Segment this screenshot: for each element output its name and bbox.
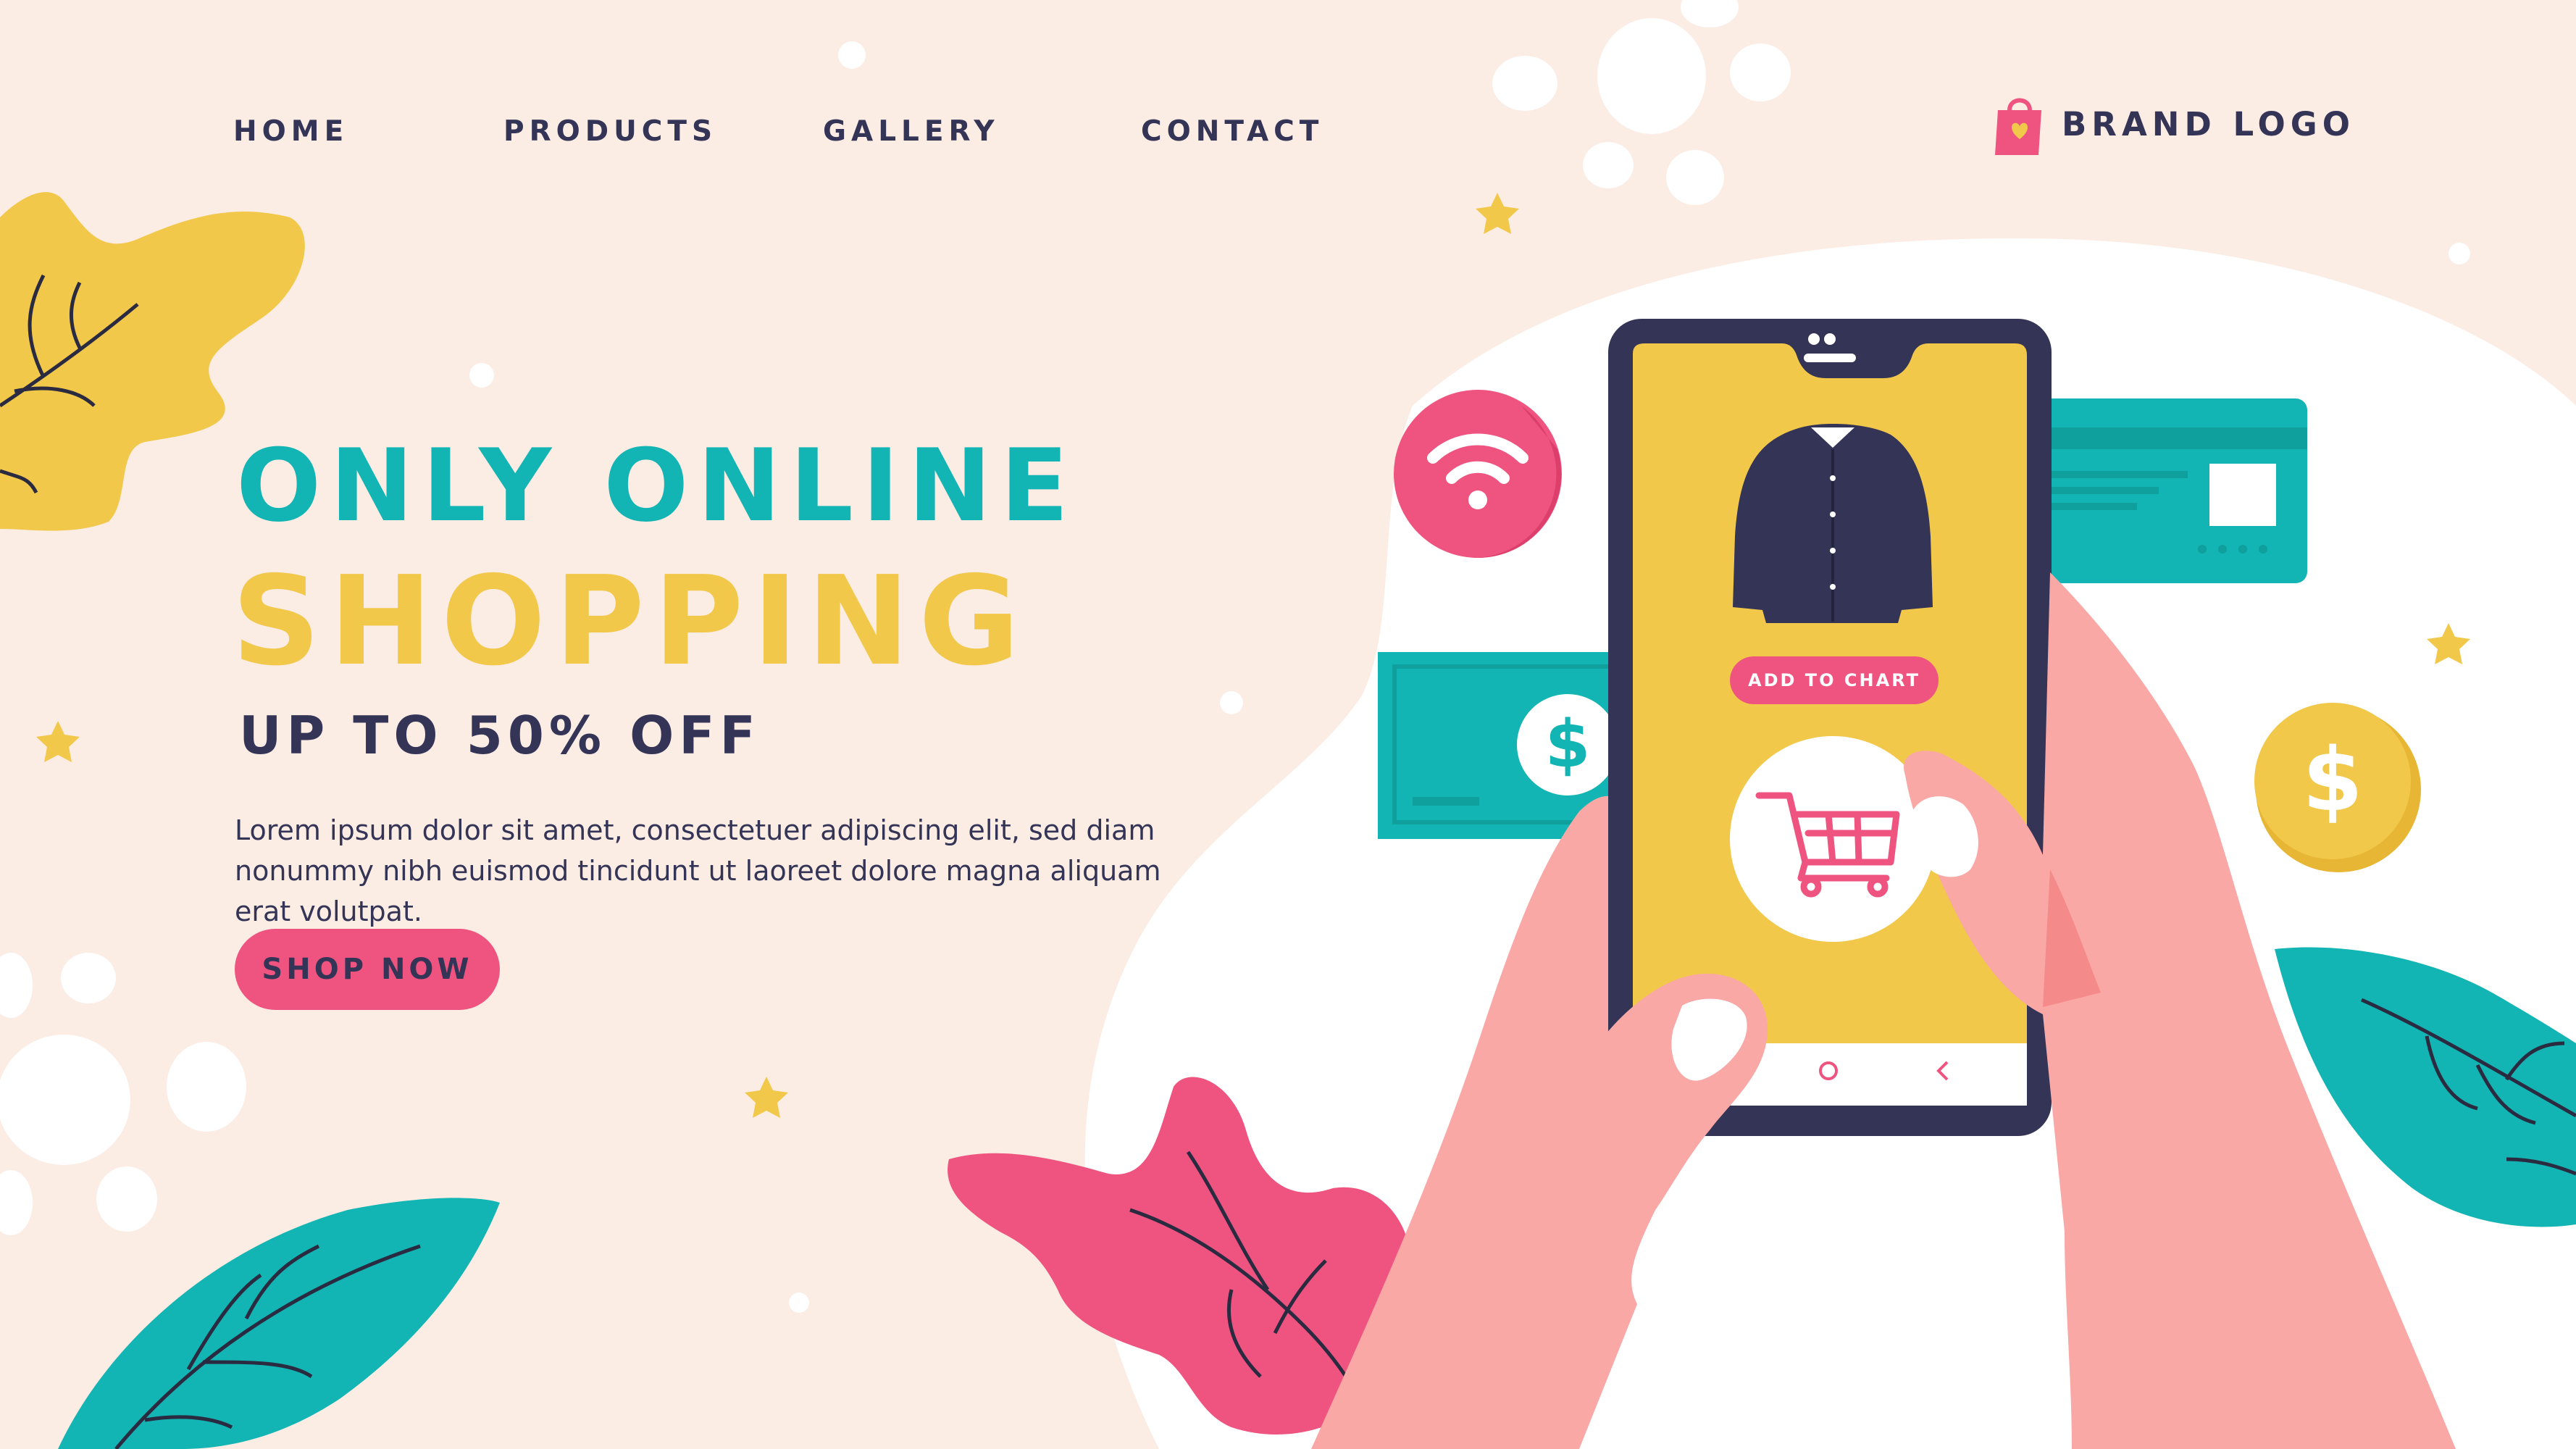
nav-home[interactable]: HOME	[233, 110, 348, 154]
svg-text:$: $	[1545, 706, 1591, 782]
credit-card-icon	[2007, 398, 2307, 583]
svg-text:$: $	[2302, 730, 2363, 831]
hero-discount: UP TO 50% OFF	[239, 705, 761, 766]
add-to-cart-button[interactable]: ADD TO CHART	[1730, 656, 1939, 704]
nav-gallery[interactable]: GALLERY	[823, 110, 1000, 154]
shirt-icon	[1733, 424, 1933, 623]
hero-description: Lorem ipsum dolor sit amet, consectetuer…	[235, 814, 1161, 927]
nav-contact[interactable]: CONTACT	[1141, 110, 1323, 154]
wifi-icon	[1394, 390, 1562, 558]
hero-title-line2: SHOPPING	[232, 550, 1029, 693]
teal-leaf-left	[58, 1198, 500, 1449]
decorative-dots-left	[0, 953, 246, 1235]
brand-logo-text: BRAND LOGO	[2062, 104, 2355, 143]
shopping-bag-icon	[1995, 98, 2041, 155]
shop-now-button[interactable]: SHOP NOW	[235, 929, 500, 1010]
brand-logo[interactable]: BRAND LOGO	[1994, 91, 2355, 156]
hero-title-line1: ONLY ONLINE	[236, 427, 1078, 544]
nav-products[interactable]: PRODUCTS	[503, 110, 717, 154]
